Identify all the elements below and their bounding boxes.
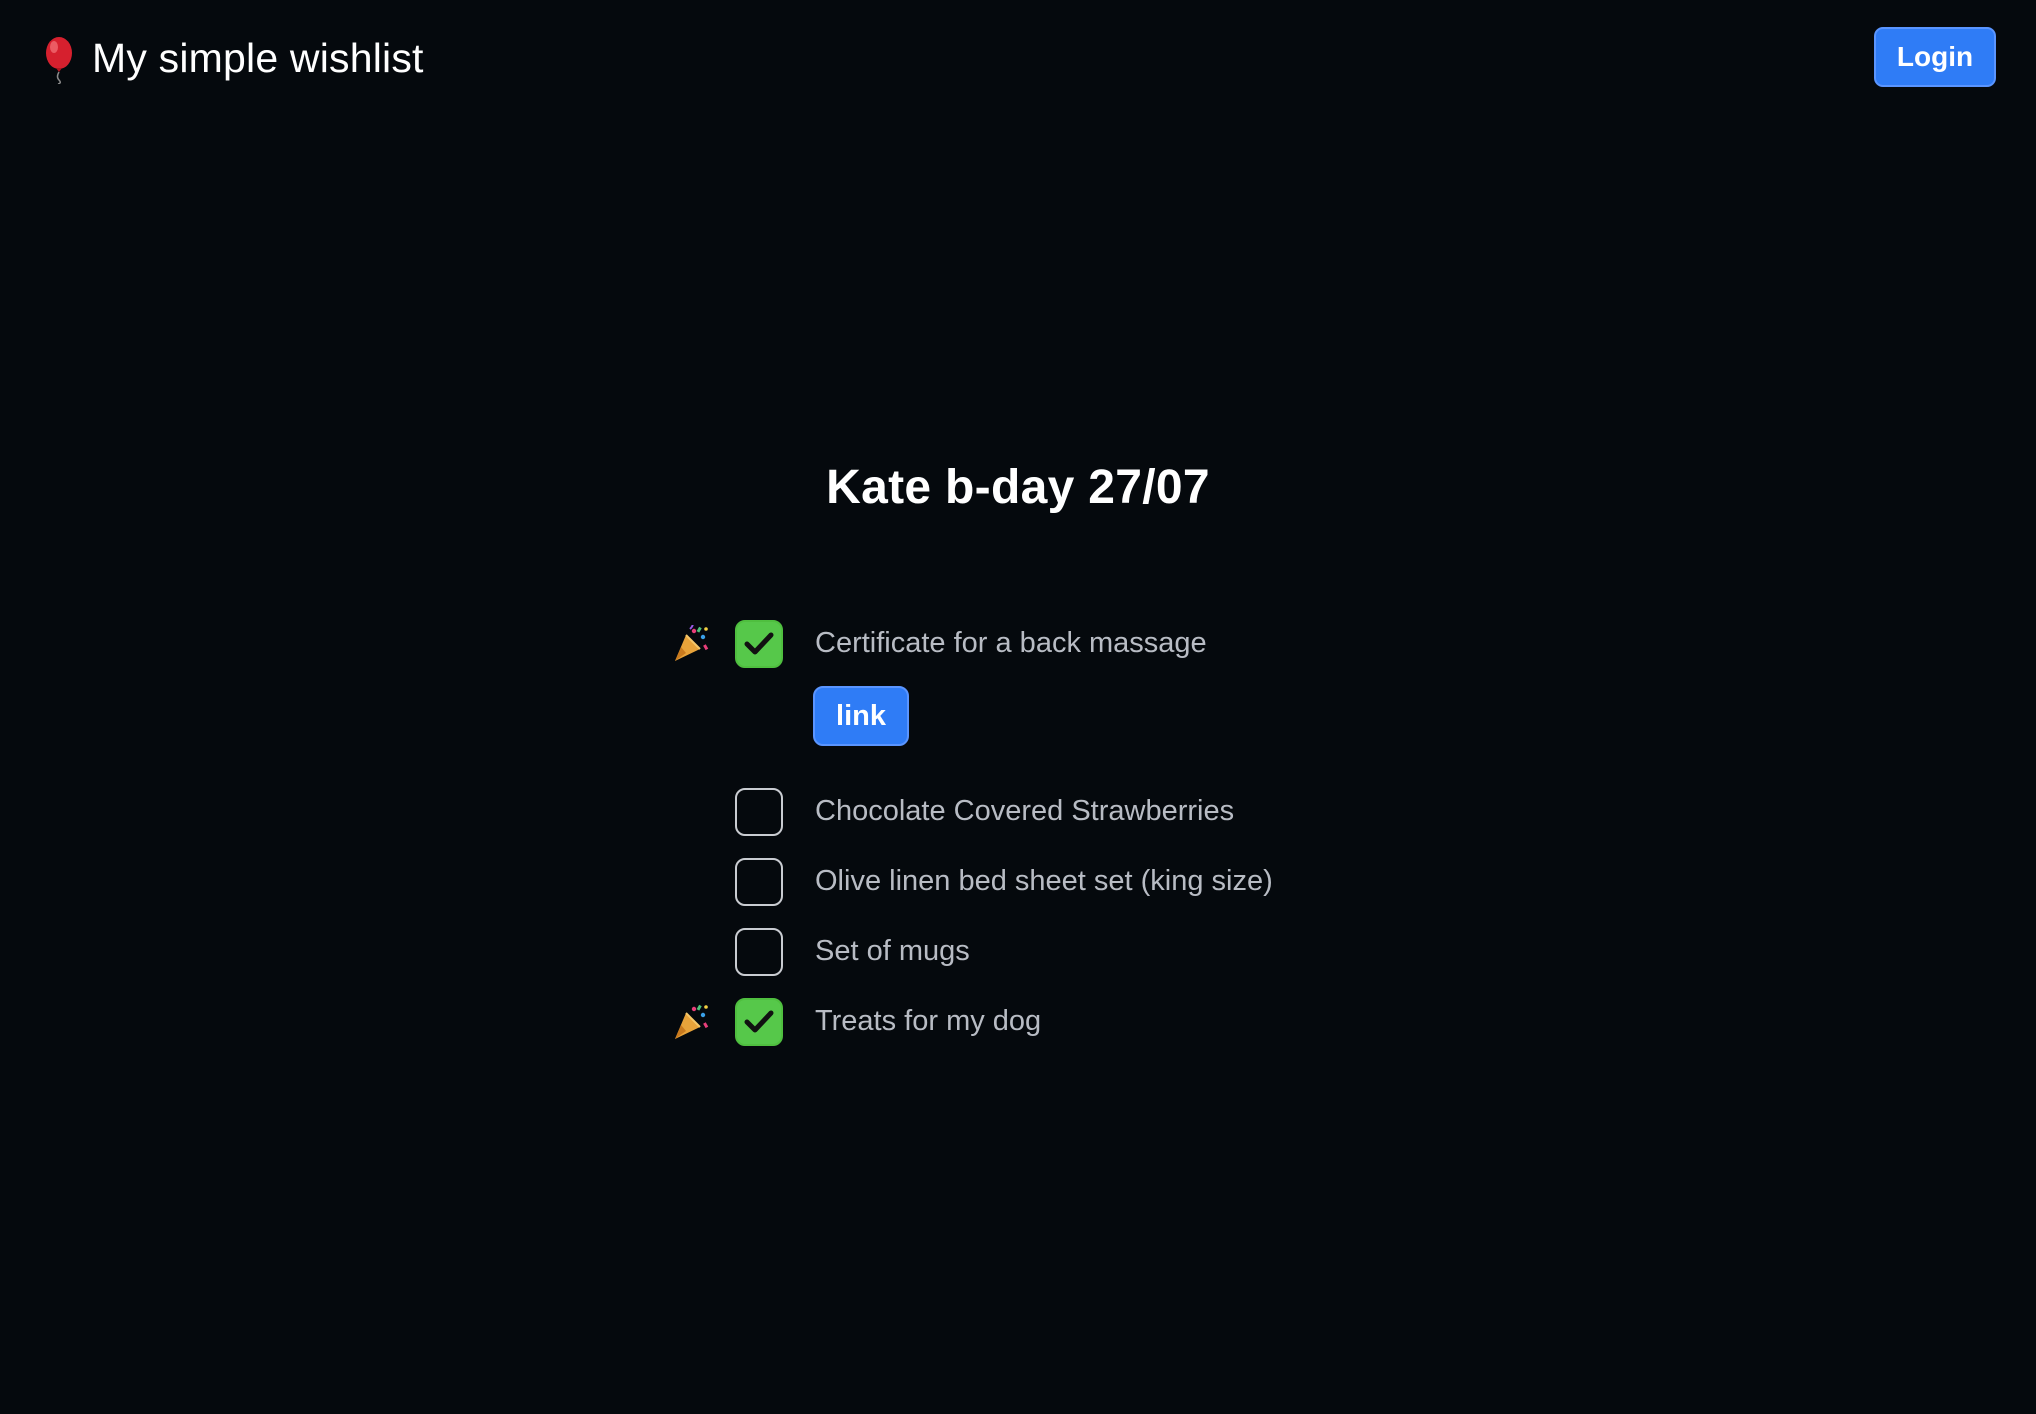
wishlist-item: Olive linen bed sheet set (king size) [660, 848, 1660, 918]
item-checkbox[interactable] [735, 858, 783, 906]
checkmark-icon [744, 632, 774, 655]
item-checkbox[interactable] [735, 928, 783, 976]
item-label: Chocolate Covered Strawberries [815, 795, 1235, 827]
wishlist-item: Set of mugs [660, 918, 1660, 988]
item-checkbox[interactable] [735, 788, 783, 836]
wishlist-items: Certificate for a back massage link Choc… [660, 610, 1660, 1058]
wishlist-title: Kate b-day 27/07 [826, 461, 1210, 514]
header: My simple wishlist Login [0, 0, 2036, 118]
party-popper-icon [675, 625, 709, 661]
wishlist-item: Certificate for a back massage link [660, 610, 1660, 778]
item-label: Certificate for a back massage [815, 627, 1207, 659]
checkmark-icon [744, 1010, 774, 1033]
item-label: Olive linen bed sheet set (king size) [815, 865, 1273, 897]
item-checkbox[interactable] [735, 620, 783, 668]
login-button[interactable]: Login [1874, 27, 1996, 87]
wishlist-item: Treats for my dog [660, 988, 1660, 1058]
item-link-button[interactable]: link [813, 686, 909, 746]
item-checkbox[interactable] [735, 998, 783, 1046]
balloon-icon [46, 37, 72, 84]
app-title: My simple wishlist [92, 34, 424, 81]
wishlist-item: Chocolate Covered Strawberries [660, 778, 1660, 848]
item-label: Treats for my dog [815, 1005, 1042, 1037]
brand: My simple wishlist [42, 28, 424, 88]
wishlist-page: My simple wishlist Login Kate b-day 27/0… [0, 0, 2036, 1414]
item-label: Set of mugs [815, 935, 970, 967]
party-popper-icon [675, 1004, 709, 1039]
